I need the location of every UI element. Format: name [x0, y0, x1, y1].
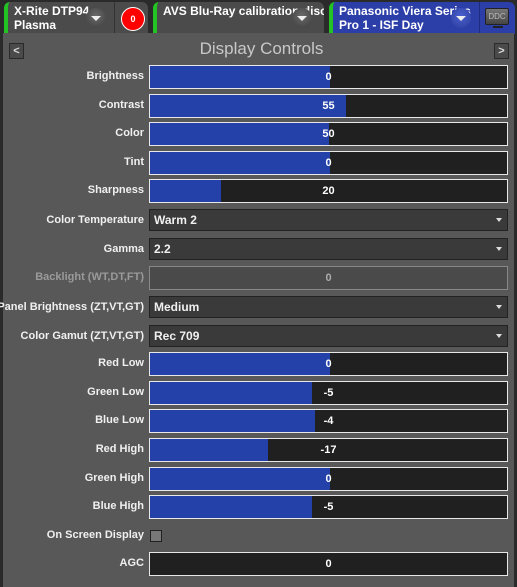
gamma-row: Gamma 2.2	[3, 238, 514, 263]
blue-high-label: Blue High	[92, 500, 144, 512]
backlight-row: Backlight (WT,DT,FT) 0	[3, 266, 514, 291]
green-low-label: Green Low	[87, 386, 144, 398]
backlight-label: Backlight (WT,DT,FT)	[35, 271, 144, 283]
tint-row: Tint 0	[3, 151, 514, 176]
tint-label: Tint	[124, 156, 144, 168]
meter-mode: Plasma	[14, 18, 57, 32]
divider	[114, 2, 115, 34]
color-label: Color	[115, 127, 144, 139]
green-high-label: Green High	[84, 472, 144, 484]
color-value: 50	[322, 128, 335, 140]
sharpness-slider[interactable]: 20	[149, 179, 508, 203]
blue-low-label: Blue Low	[95, 414, 144, 426]
red-high-label: Red High	[95, 443, 144, 455]
backlight-slider: 0	[149, 266, 508, 290]
panel-brightness-value: Medium	[154, 300, 200, 314]
panel-brightness-row: Panel Brightness (ZT,VT,GT) Medium	[0, 296, 514, 321]
device-tab-bar: X-Rite DTP94 Plasma 0 AVS Blu-Ray calibr…	[0, 0, 517, 34]
chevron-down-icon	[496, 334, 502, 338]
agc-label: AGC	[119, 557, 144, 569]
chevron-down-icon	[496, 218, 502, 222]
green-low-value: -5	[323, 387, 334, 399]
source-tab[interactable]: AVS Blu-Ray calibration disc	[153, 2, 324, 34]
color-temperature-value: Warm 2	[154, 213, 197, 227]
gamma-label: Gamma	[103, 243, 144, 255]
red-high-slider[interactable]: -17	[149, 438, 508, 462]
on-screen-display-label: On Screen Display	[46, 529, 144, 541]
gamma-select[interactable]: 2.2	[149, 238, 508, 260]
on-screen-display-row: On Screen Display	[3, 524, 514, 549]
chevron-down-icon[interactable]	[451, 8, 471, 28]
tint-slider[interactable]: 0	[149, 151, 508, 175]
on-screen-display-checkbox[interactable]	[150, 530, 162, 542]
meter-name: X-Rite DTP94	[14, 4, 90, 18]
red-low-row: Red Low 0	[3, 352, 514, 377]
blue-high-value: -5	[323, 501, 334, 513]
blue-high-slider[interactable]: -5	[149, 495, 508, 519]
chevron-down-icon[interactable]	[292, 8, 312, 28]
brightness-label: Brightness	[86, 70, 144, 82]
meter-tab[interactable]: X-Rite DTP94 Plasma 0	[4, 2, 148, 34]
chevron-down-icon[interactable]	[86, 8, 106, 28]
green-low-row: Green Low -5	[3, 381, 514, 406]
blue-high-row: Blue High -5	[3, 495, 514, 520]
agc-slider[interactable]: 0	[149, 552, 508, 576]
contrast-label: Contrast	[98, 99, 144, 111]
green-high-row: Green High 0	[3, 467, 514, 492]
agc-value: 0	[325, 558, 332, 570]
blue-low-slider[interactable]: -4	[149, 409, 508, 433]
brightness-value: 0	[325, 71, 332, 83]
green-high-value: 0	[325, 473, 332, 485]
agc-row: AGC 0	[3, 552, 514, 577]
red-low-slider[interactable]: 0	[149, 352, 508, 376]
blue-low-row: Blue Low -4	[3, 409, 514, 434]
contrast-row: Contrast 55	[3, 94, 514, 119]
sharpness-value: 20	[322, 185, 335, 197]
contrast-slider[interactable]: 55	[149, 94, 508, 118]
display-tab[interactable]: Panasonic Viera Series Pro 1 - ISF Day D…	[329, 2, 515, 34]
color-gamut-label: Color Gamut (ZT,VT,GT)	[20, 330, 144, 342]
sharpness-row: Sharpness 20	[3, 179, 514, 204]
blue-low-value: -4	[323, 415, 334, 427]
green-low-slider[interactable]: -5	[149, 381, 508, 405]
color-temperature-select[interactable]: Warm 2	[149, 209, 508, 231]
brightness-row: Brightness 0	[3, 65, 514, 90]
error-count-badge[interactable]: 0	[121, 7, 145, 31]
panel-brightness-select[interactable]: Medium	[149, 296, 508, 318]
divider	[479, 2, 480, 34]
panel-brightness-label: Panel Brightness (ZT,VT,GT)	[0, 301, 144, 313]
color-gamut-select[interactable]: Rec 709	[149, 325, 508, 347]
red-low-value: 0	[325, 358, 332, 370]
backlight-value: 0	[325, 272, 332, 284]
color-row: Color 50	[3, 122, 514, 147]
panel-title: Display Controls	[199, 39, 324, 58]
next-page-button[interactable]: >	[494, 43, 509, 59]
brightness-slider[interactable]: 0	[149, 65, 508, 89]
color-gamut-value: Rec 709	[154, 329, 200, 343]
prev-page-button[interactable]: <	[9, 43, 24, 59]
color-slider[interactable]: 50	[149, 122, 508, 146]
chevron-down-icon	[496, 305, 502, 309]
red-high-value: -17	[320, 444, 337, 456]
ddc-monitor-icon[interactable]: DDC	[485, 8, 509, 28]
chevron-down-icon	[496, 247, 502, 251]
contrast-value: 55	[322, 100, 335, 112]
display-controls-panel: Display Controls < > Brightness 0 Contra…	[0, 33, 514, 587]
green-high-slider[interactable]: 0	[149, 467, 508, 491]
sharpness-label: Sharpness	[87, 184, 144, 196]
gamma-value: 2.2	[154, 242, 171, 256]
red-high-row: Red High -17	[3, 438, 514, 463]
color-gamut-row: Color Gamut (ZT,VT,GT) Rec 709	[3, 325, 514, 350]
tint-value: 0	[325, 157, 332, 169]
color-temperature-row: Color Temperature Warm 2	[3, 209, 514, 234]
red-low-label: Red Low	[98, 357, 144, 369]
color-temperature-label: Color Temperature	[46, 214, 144, 226]
